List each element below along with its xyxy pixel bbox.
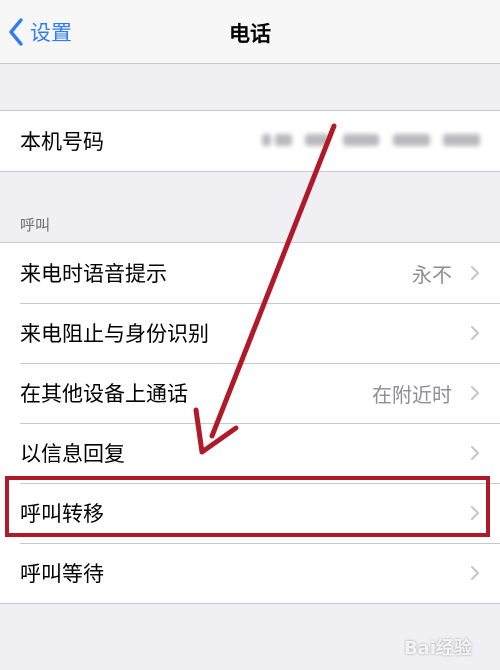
calls-other-devices-value: 在附近时 [372, 382, 452, 407]
announce-calls-row[interactable]: 来电时语音提示 永不 [0, 243, 500, 303]
my-number-group: 本机号码 [0, 110, 500, 172]
my-number-row[interactable]: 本机号码 [0, 111, 500, 171]
calls-section-header: 呼叫 [20, 216, 51, 234]
chevron-right-icon [470, 385, 480, 401]
chevron-right-icon [470, 325, 480, 341]
calls-group: 来电时语音提示 永不 来电阻止与身份识别 在其他设备上通话 在附近时 以信息回复… [0, 242, 500, 604]
my-number-label: 本机号码 [20, 130, 104, 154]
call-blocking-row[interactable]: 来电阻止与身份识别 [0, 303, 500, 363]
page-title: 电话 [229, 22, 271, 46]
respond-with-text-label: 以信息回复 [20, 442, 125, 466]
respond-with-text-row[interactable]: 以信息回复 [0, 423, 500, 483]
announce-calls-value: 永不 [412, 262, 452, 287]
calls-other-devices-row[interactable]: 在其他设备上通话 在附近时 [0, 363, 500, 423]
watermark: Bai经验 [403, 638, 472, 659]
annotation-highlight-box [5, 476, 490, 537]
chevron-right-icon [470, 265, 480, 281]
chevron-right-icon [470, 445, 480, 461]
navigation-bar: 设置 电话 [0, 0, 500, 64]
announce-calls-label: 来电时语音提示 [20, 262, 167, 286]
call-waiting-row[interactable]: 呼叫等待 [0, 543, 500, 603]
call-blocking-label: 来电阻止与身份识别 [20, 322, 209, 346]
chevron-right-icon [470, 565, 480, 581]
blurred-phone-number [262, 129, 480, 151]
calls-other-devices-label: 在其他设备上通话 [20, 382, 188, 406]
call-waiting-label: 呼叫等待 [20, 562, 104, 586]
